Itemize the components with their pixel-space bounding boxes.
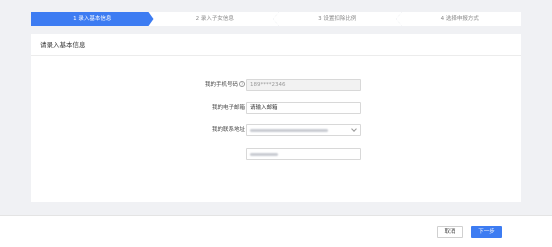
region-select-value xyxy=(250,128,328,132)
card-title: 请录入基本信息 xyxy=(31,34,521,56)
basic-info-card: 请录入基本信息 我的手机号码? 189****2346 我的电子邮箱 请输入邮箱… xyxy=(31,34,521,202)
email-label: 我的电子邮箱 xyxy=(211,105,245,111)
cancel-button[interactable]: 取消 xyxy=(437,226,463,238)
address-detail-row xyxy=(31,148,521,160)
step-1: 1 录入基本信息 xyxy=(31,12,154,26)
step-progress-bar: 1 录入基本信息 2 录入子女信息 3 设置扣除比例 4 选择申报方式 xyxy=(31,12,521,26)
step-2: 2 录入子女信息 xyxy=(154,12,277,26)
phone-label: 我的手机号码? xyxy=(204,81,245,88)
address-detail-input[interactable] xyxy=(246,148,361,160)
region-select[interactable] xyxy=(246,124,361,136)
step-3: 3 设置扣除比例 xyxy=(273,12,399,26)
chevron-down-icon[interactable] xyxy=(351,126,357,132)
step-1-label: 1 录入基本信息 xyxy=(73,16,112,22)
phone-row: 我的手机号码? 189****2346 xyxy=(31,79,521,91)
help-circle-icon[interactable]: ? xyxy=(239,81,245,87)
step-3-label: 3 设置扣除比例 xyxy=(318,16,357,22)
email-input[interactable]: 请输入邮箱 xyxy=(246,102,361,114)
next-step-button[interactable]: 下一步 xyxy=(471,226,502,238)
step-4: 4 选择申报方式 xyxy=(395,12,522,26)
step-2-label: 2 录入子女信息 xyxy=(195,16,234,22)
step-4-label: 4 选择申报方式 xyxy=(440,16,479,22)
address-row: 我的联系地址 xyxy=(31,124,521,136)
address-detail-value xyxy=(250,152,278,156)
address-label: 我的联系地址 xyxy=(211,127,245,133)
phone-field: 189****2346 xyxy=(246,79,361,91)
footer-bar: 取消 下一步 xyxy=(0,215,552,247)
email-row: 我的电子邮箱 请输入邮箱 xyxy=(31,102,521,114)
